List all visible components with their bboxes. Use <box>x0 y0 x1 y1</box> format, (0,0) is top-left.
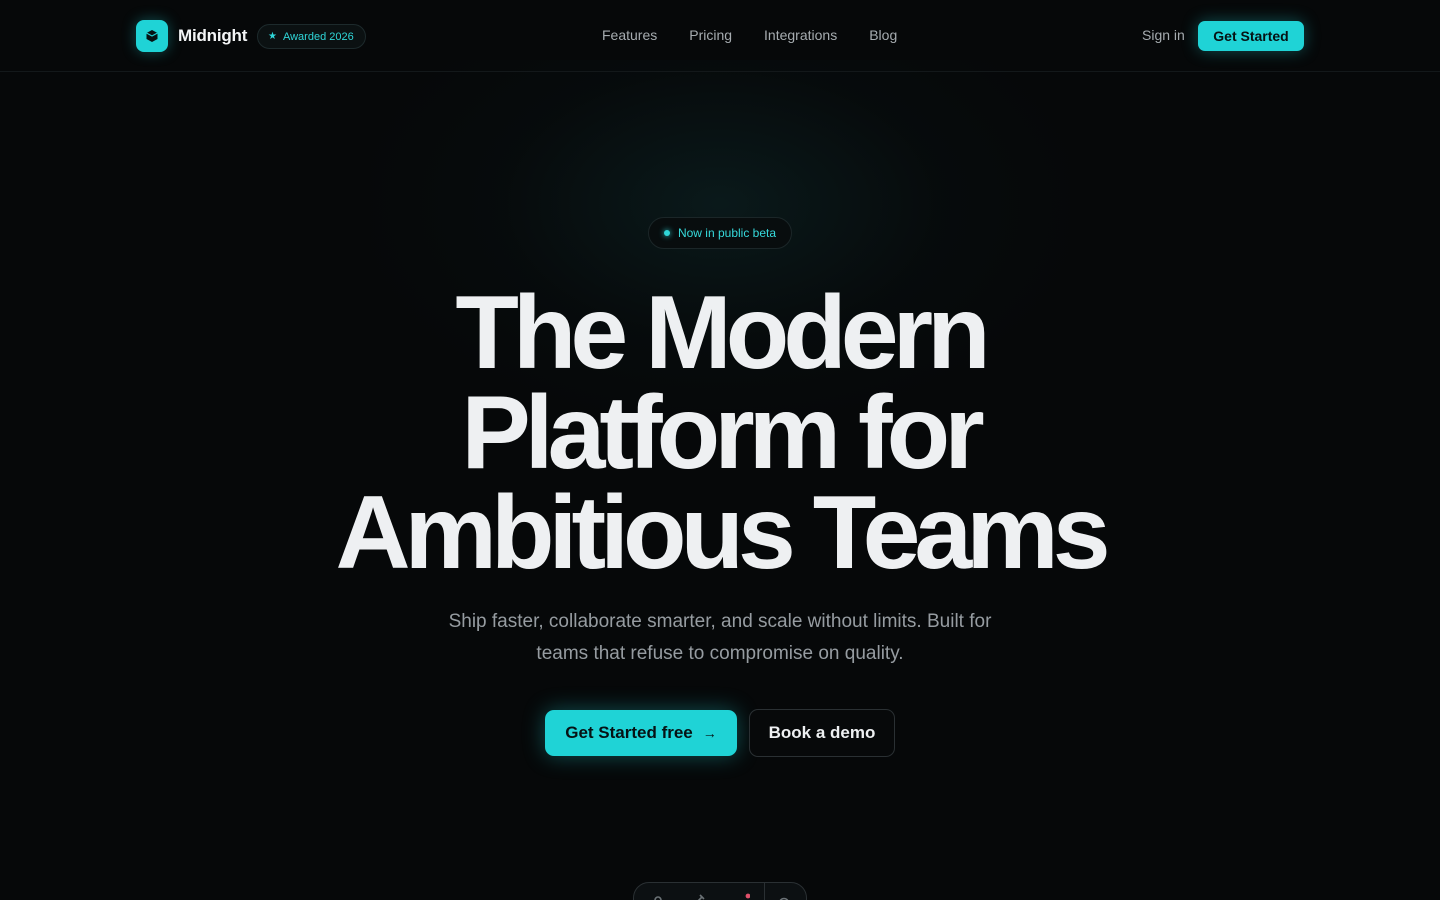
hero-title-line-3: Ambitious Teams <box>335 475 1110 591</box>
brand-name[interactable]: Midnight <box>178 26 247 46</box>
menu-icon[interactable] <box>730 891 750 900</box>
get-started-free-label: Get Started free <box>565 723 693 742</box>
arrow-right-icon: → <box>702 725 717 741</box>
hero-title-line-1: The Modern <box>455 275 990 391</box>
main-nav: Features Pricing Integrations Blog <box>602 27 897 43</box>
brush-icon[interactable] <box>688 891 708 900</box>
get-started-button[interactable]: Get Started <box>1198 21 1304 51</box>
award-label: Awarded 2026 <box>282 30 354 43</box>
nav-link-integrations[interactable]: Integrations <box>764 27 837 43</box>
beta-label: Now in public beta <box>677 226 777 240</box>
hero-subtitle-line-1: Ship faster, collaborate smarter, and sc… <box>448 611 992 632</box>
get-started-free-button[interactable]: Get Started free → <box>545 710 737 756</box>
award-badge: ★ Awarded 2026 <box>257 24 366 49</box>
public-beta-badge[interactable]: Now in public beta <box>648 217 792 249</box>
hero-title-line-2: Platform for <box>461 375 984 491</box>
star-icon: ★ <box>268 31 277 42</box>
preview-toolbar-dock <box>633 882 807 900</box>
hero-title: The Modern Platform for Ambitious Teams <box>0 275 1440 591</box>
nav-link-features[interactable]: Features <box>602 27 657 43</box>
hero-subtitle: Ship faster, collaborate smarter, and sc… <box>420 606 1020 670</box>
hero-subtitle-line-2: teams that refuse to compromise on quali… <box>536 643 904 664</box>
settings-icon[interactable] <box>774 891 794 900</box>
top-nav-bar: Midnight ★ Awarded 2026 Features Pricing… <box>0 0 1440 72</box>
person-icon[interactable] <box>648 891 668 900</box>
dock-divider <box>764 883 765 900</box>
nav-link-blog[interactable]: Blog <box>869 27 897 43</box>
status-dot-icon <box>663 230 670 236</box>
logo-cube-icon[interactable] <box>136 20 168 52</box>
nav-link-pricing[interactable]: Pricing <box>689 27 732 43</box>
book-demo-button[interactable]: Book a demo <box>749 709 895 757</box>
sign-in-link[interactable]: Sign in <box>1142 27 1185 43</box>
